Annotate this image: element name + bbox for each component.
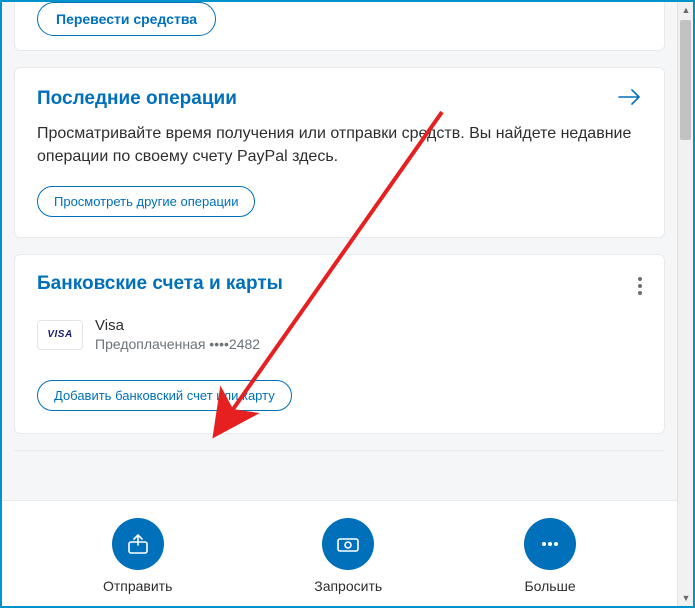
add-bank-or-card-button[interactable]: Добавить банковский счет или карту [37, 380, 292, 411]
bottom-nav: Отправить Запросить Больше [2, 500, 677, 606]
wallet-card: Банковские счета и карты VISA Visa Предо… [14, 254, 665, 434]
card-subtype-label: Предоплаченная ••••2482 [95, 336, 260, 352]
card-brand-label: Visa [95, 317, 260, 334]
scrollbar-thumb[interactable] [680, 20, 691, 140]
scroll-down-icon[interactable]: ▼ [678, 590, 694, 606]
view-more-activity-button[interactable]: Просмотреть другие операции [37, 186, 255, 217]
arrow-right-icon[interactable] [618, 86, 642, 112]
transfer-funds-button[interactable]: Перевести средства [37, 2, 216, 36]
wallet-title: Банковские счета и карты [37, 273, 642, 295]
recent-activity-title: Последние операции [37, 88, 237, 110]
nav-more-button[interactable]: Больше [524, 518, 576, 594]
nav-request-label: Запросить [314, 578, 382, 594]
scroll-up-icon[interactable]: ▲ [678, 2, 694, 18]
nav-more-label: Больше [524, 578, 575, 594]
divider [14, 450, 665, 451]
nav-send-button[interactable]: Отправить [103, 518, 172, 594]
more-icon [524, 518, 576, 570]
kebab-menu-icon[interactable] [634, 273, 646, 299]
recent-activity-card: Последние операции Просматривайте время … [14, 67, 665, 238]
request-icon [322, 518, 374, 570]
nav-request-button[interactable]: Запросить [314, 518, 382, 594]
partial-card-top: Перевести средства [14, 2, 665, 51]
visa-card-icon: VISA [37, 320, 83, 350]
payment-card-row[interactable]: VISA Visa Предоплаченная ••••2482 [37, 317, 642, 352]
send-icon [112, 518, 164, 570]
scrollbar[interactable]: ▲ ▼ [677, 2, 693, 606]
nav-send-label: Отправить [103, 578, 172, 594]
recent-activity-description: Просматривайте время получения или отпра… [37, 122, 642, 168]
